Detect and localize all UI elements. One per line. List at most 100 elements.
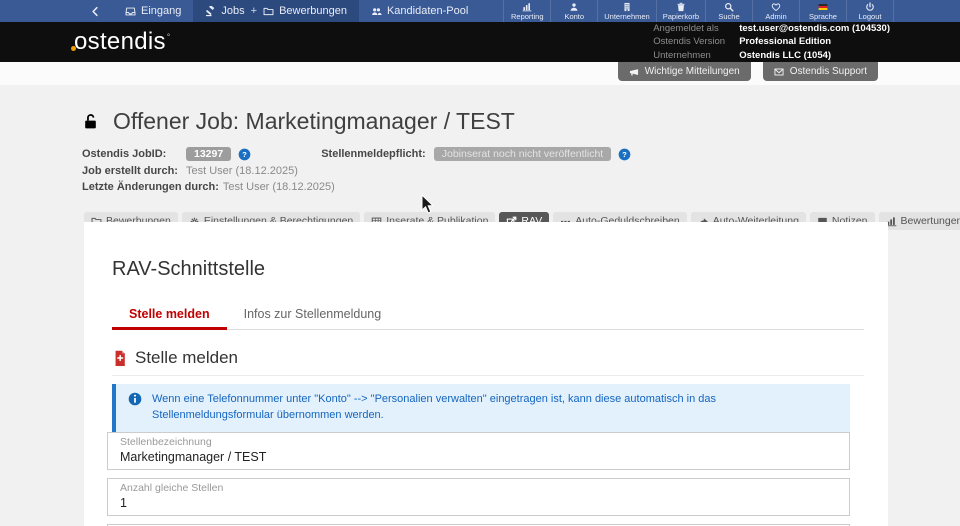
account-value: test.user@ostendis.com (104530) [739, 22, 890, 35]
nav-jobs-label: Jobs [221, 5, 244, 17]
support-label: Ostendis Support [790, 66, 867, 77]
subtab-stelle-melden[interactable]: Stelle melden [112, 301, 227, 329]
nav-right: Reporting Konto Unternehmen Papierkorb S… [503, 0, 894, 22]
jobid-badge: 13297 [186, 147, 231, 161]
tab-label: Bewertungen [901, 215, 960, 227]
nav-reporting[interactable]: Reporting [503, 0, 550, 22]
nav-eingang[interactable]: Eingang [113, 0, 193, 22]
nav-konto[interactable]: Konto [550, 0, 597, 22]
changed-value: Test User (18.12.2025) [223, 181, 335, 193]
file-plus-icon [112, 350, 128, 366]
nav-jobs-bewerbungen[interactable]: Jobs + Bewerbungen [193, 0, 359, 22]
stelle-melden-section-head: Stelle melden [112, 348, 864, 376]
subtab-infos-stellenmeldung[interactable]: Infos zur Stellenmeldung [227, 301, 399, 329]
rav-heading: RAV-Schnittstelle [112, 258, 864, 281]
rav-subtabs: Stelle melden Infos zur Stellenmeldung [112, 301, 864, 330]
ostendis-support-button[interactable]: Ostendis Support [763, 62, 878, 81]
job-title-row: Offener Job: Marketingmanager / TEST [82, 108, 960, 135]
account-value: Ostendis LLC (1054) [739, 49, 831, 62]
jobid-help-icon[interactable]: ? [238, 148, 251, 161]
account-label: Ostendis Version [653, 35, 739, 48]
nav-kandidaten-label: Kandidaten-Pool [387, 5, 468, 17]
nav-left: Eingang Jobs + Bewerbungen Kandidaten-Po… [78, 0, 480, 22]
page-title: Offener Job: Marketingmanager / TEST [113, 108, 515, 135]
svg-text:?: ? [622, 150, 627, 159]
back-button[interactable] [78, 0, 113, 22]
meldepflicht-help-icon[interactable]: ? [618, 148, 631, 161]
nav-reporting-label: Reporting [511, 12, 544, 21]
mitteilungen-label: Wichtige Mitteilungen [645, 66, 740, 77]
created-label: Job erstellt durch: [82, 165, 186, 177]
nav-kandidaten-pool[interactable]: Kandidaten-Pool [359, 0, 480, 22]
account-row: Ostendis Version Professional Edition [653, 35, 890, 48]
jobid-row: Ostendis JobID: 13297 ? Stellenmeldepfli… [82, 147, 960, 161]
tab-bewertungen[interactable]: Bewertungen [879, 212, 960, 230]
wichtige-mitteilungen-button[interactable]: Wichtige Mitteilungen [618, 62, 751, 81]
info-text: Wenn eine Telefonnummer unter "Konto" --… [152, 392, 792, 424]
nav-logout[interactable]: Logout [846, 0, 894, 22]
meldepflicht-label: Stellenmeldepflicht: [321, 148, 434, 160]
ostendis-logo[interactable]: ostendis° [74, 28, 171, 56]
jobid-label: Ostendis JobID: [82, 148, 186, 160]
nav-plus-label: + [251, 5, 257, 17]
heart-icon [771, 2, 781, 12]
field-label: Anzahl gleiche Stellen [120, 482, 837, 494]
job-meta: Ostendis JobID: 13297 ? Stellenmeldepfli… [82, 147, 960, 193]
account-info: Angemeldet als test.user@ostendis.com (1… [653, 22, 890, 62]
field-value: 1 [120, 496, 837, 511]
field-stellenbezeichnung[interactable]: Stellenbezeichnung Marketingmanager / TE… [107, 432, 850, 470]
created-row: Job erstellt durch: Test User (18.12.202… [82, 165, 960, 177]
nav-logout-label: Logout [859, 12, 882, 21]
changed-label: Letzte Änderungen durch: [82, 181, 223, 193]
info-circle-icon [128, 392, 142, 406]
logo-text: ostendis [74, 28, 166, 55]
created-value: Test User (18.12.2025) [186, 165, 298, 177]
nav-sprache-label: Sprache [809, 12, 837, 21]
svg-text:?: ? [242, 150, 247, 159]
envelope-icon [774, 67, 784, 77]
search-icon [724, 2, 734, 12]
changed-row: Letzte Änderungen durch: Test User (18.1… [82, 181, 960, 193]
nav-eingang-label: Eingang [141, 5, 181, 17]
users-icon [371, 6, 382, 17]
nav-papierkorb-label: Papierkorb [663, 12, 699, 21]
nav-unternehmen-label: Unternehmen [604, 12, 649, 21]
nav-sprache[interactable]: Sprache [799, 0, 846, 22]
account-row: Angemeldet als test.user@ostendis.com (1… [653, 22, 890, 35]
screen: Eingang Jobs + Bewerbungen Kandidaten-Po… [0, 0, 960, 526]
open-lock-icon [82, 113, 99, 130]
inbox-icon [125, 6, 136, 17]
trash-icon [676, 2, 686, 12]
tool-strip: Wichtige Mitteilungen Ostendis Support [0, 62, 960, 85]
field-label: Stellenbezeichnung [120, 436, 837, 448]
nav-admin[interactable]: Admin [752, 0, 799, 22]
brand-bar: ostendis° Angemeldet als test.user@osten… [0, 22, 960, 62]
arrow-left-icon [90, 6, 101, 17]
chart-icon [522, 2, 532, 12]
nav-unternehmen[interactable]: Unternehmen [597, 0, 655, 22]
nav-admin-label: Admin [765, 12, 786, 21]
nav-bewerbungen-label: Bewerbungen [279, 5, 347, 17]
gavel-icon [205, 6, 216, 17]
section-title: Stelle melden [135, 348, 238, 368]
field-anzahl-gleiche-stellen[interactable]: Anzahl gleiche Stellen 1 [107, 478, 850, 516]
nav-suche-label: Suche [718, 12, 739, 21]
account-row: Unternehmen Ostendis LLC (1054) [653, 49, 890, 62]
nav-suche[interactable]: Suche [705, 0, 752, 22]
top-navbar: Eingang Jobs + Bewerbungen Kandidaten-Po… [0, 0, 960, 22]
nav-papierkorb[interactable]: Papierkorb [656, 0, 705, 22]
nav-konto-label: Konto [564, 12, 584, 21]
meldepflicht-badge: Jobinserat noch nicht veröffentlicht [434, 147, 611, 161]
german-flag-icon [818, 2, 828, 12]
power-icon [865, 2, 875, 12]
account-label: Angemeldet als [653, 22, 739, 35]
field-value: Marketingmanager / TEST [120, 450, 837, 465]
info-box: Wenn eine Telefonnummer unter "Konto" --… [112, 384, 850, 432]
account-value: Professional Edition [739, 35, 831, 48]
user-icon [569, 2, 579, 12]
rav-panel: RAV-Schnittstelle Stelle melden Infos zu… [84, 222, 888, 526]
folder-icon [263, 6, 274, 17]
building-icon [622, 2, 632, 12]
account-label: Unternehmen [653, 49, 739, 62]
megaphone-icon [629, 67, 639, 77]
